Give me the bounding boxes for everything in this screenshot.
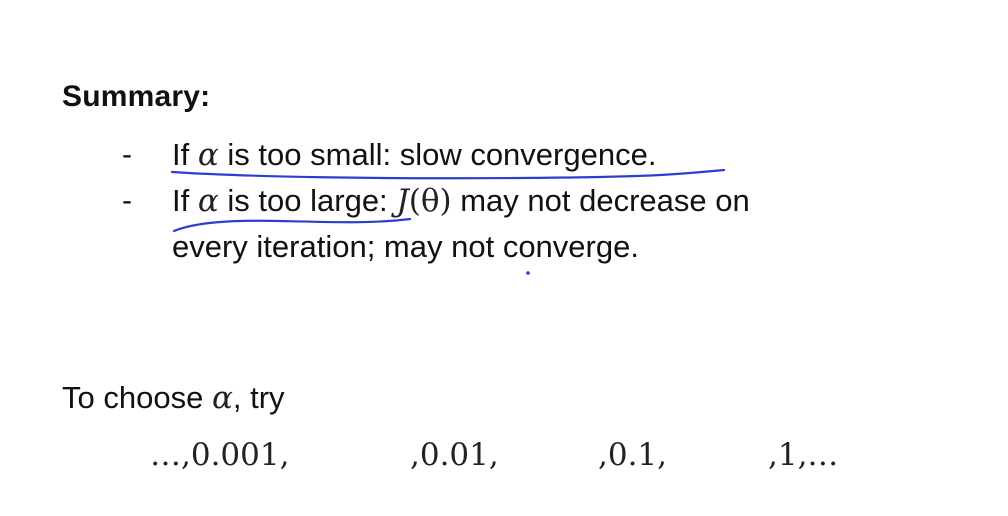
bullet-text: is too small: slow convergence. [227, 137, 657, 172]
bullet-prefix: If [172, 137, 190, 172]
choose-suffix: , try [232, 380, 285, 415]
bullet-dash: - [122, 138, 132, 171]
alpha-symbol: α [197, 183, 219, 219]
sequence-item: ,1,… [768, 437, 839, 473]
bullet-continuation: every iteration; may not converge. [172, 229, 639, 264]
bullet-prefix: If [172, 183, 190, 218]
choose-prefix: To choose [62, 380, 204, 415]
choose-alpha-line: To choose α, try [62, 380, 285, 416]
cost-function-argument: (θ) [408, 183, 452, 219]
bullet-text: is too large: [227, 183, 388, 218]
sequence-item: …,0.001, [150, 437, 290, 473]
bullet-text-rest: may not decrease on [460, 183, 750, 218]
sequence-item: ,0.01, [410, 437, 499, 473]
cost-function-symbol: J [396, 183, 409, 219]
alpha-symbol: α [211, 380, 233, 416]
sequence-item: ,0.1, [598, 437, 668, 473]
summary-heading: Summary: [62, 80, 211, 113]
ink-dot [526, 271, 530, 275]
bullet-large-alpha: If α is too large: J(θ) may not decrease… [172, 183, 750, 219]
bullet-dash: - [122, 184, 132, 217]
lecture-slide: Summary: - If α is too small: slow conve… [0, 0, 1008, 516]
bullet-small-alpha: If α is too small: slow convergence. [172, 137, 656, 173]
alpha-symbol: α [197, 137, 219, 173]
